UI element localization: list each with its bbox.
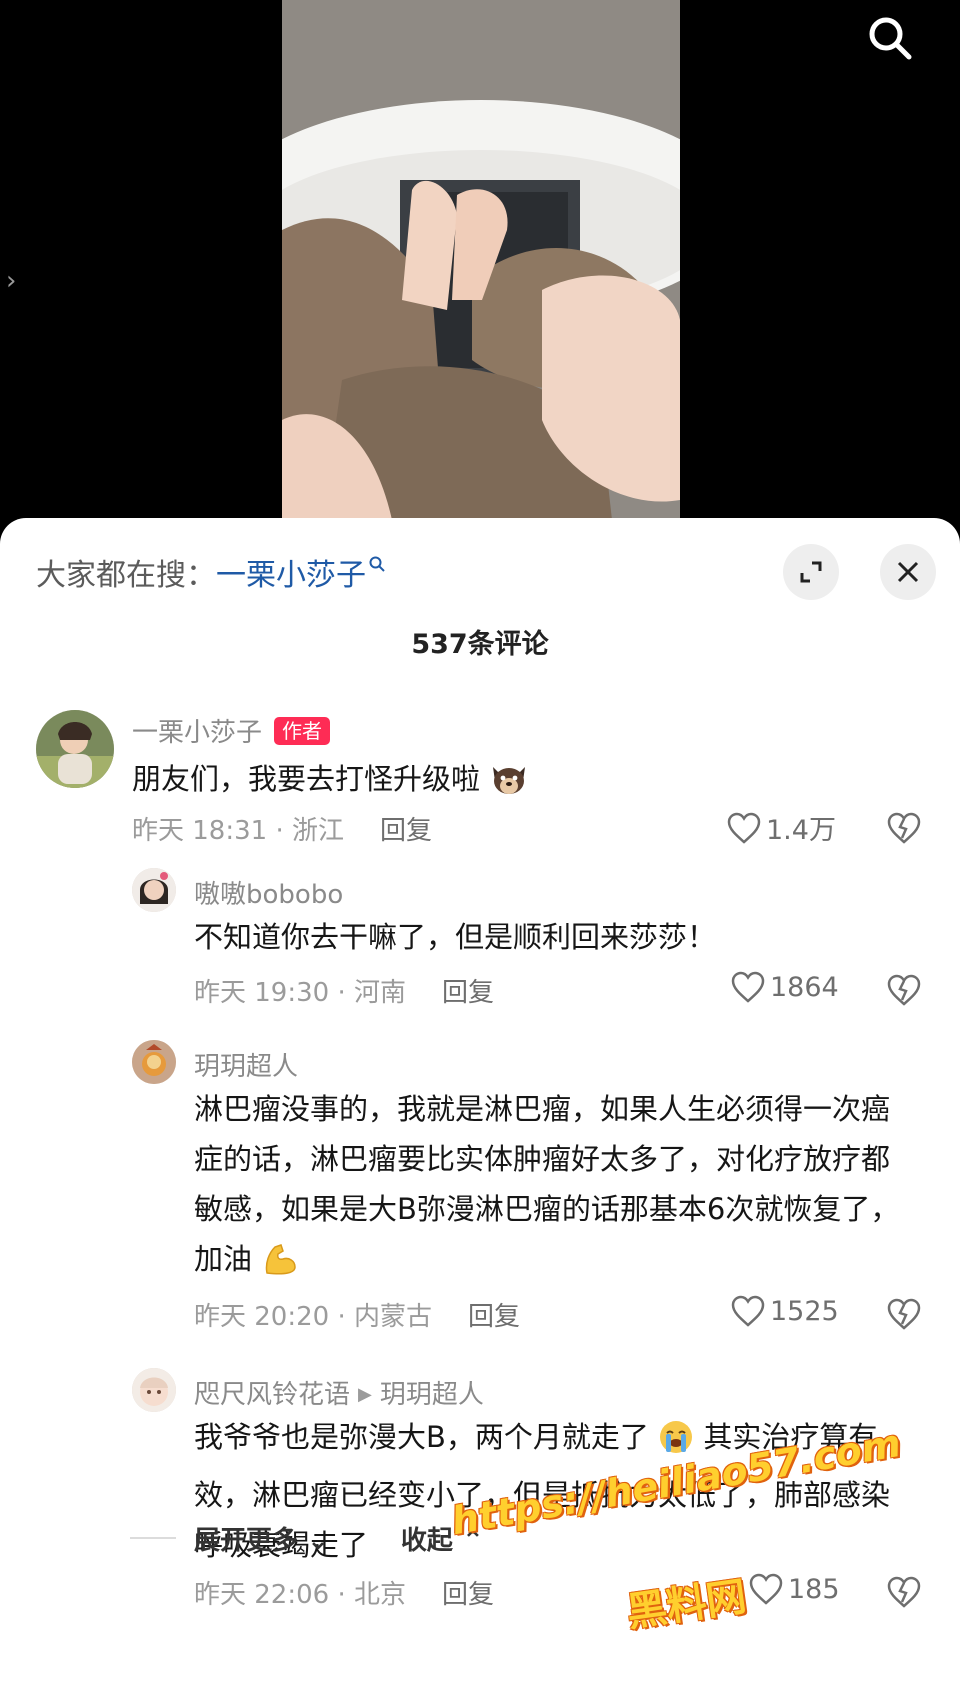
small-search-icon: [368, 546, 386, 581]
comment-meta: 昨天 18:31 · 浙江 回复: [132, 810, 432, 847]
comment-meta: 昨天 22:06 · 北京 回复: [194, 1574, 494, 1611]
trending-search-prefix: 大家都在搜：: [36, 558, 216, 593]
reply-button[interactable]: 回复: [380, 816, 432, 846]
heart-icon: [731, 1295, 765, 1327]
loudly-crying-face-icon: [658, 1419, 694, 1470]
like-button[interactable]: 1864: [730, 970, 839, 1004]
broken-heart-icon: [887, 1576, 921, 1608]
comment-username[interactable]: 一栗小莎子 作者: [132, 712, 331, 749]
broken-heart-icon: [887, 1298, 921, 1330]
trending-search-keyword[interactable]: 一栗小莎子: [216, 550, 366, 594]
comment-item: 一栗小莎子 作者 朋友们，我要去打怪升级啦 昨天 18:31 · 浙江 回复 1…: [0, 710, 960, 860]
comment-content: 淋巴瘤没事的，我就是淋巴瘤，如果人生必须得一次癌症的话，淋巴瘤要比实体肿瘤好太多…: [194, 1084, 914, 1292]
broken-heart-icon: [887, 974, 921, 1006]
avatar[interactable]: [132, 868, 176, 912]
trending-search-row[interactable]: 大家都在搜： 一栗小莎子: [36, 548, 386, 596]
like-count: 1525: [770, 1295, 839, 1327]
divider-line: [130, 1537, 176, 1539]
dislike-button[interactable]: [884, 808, 924, 848]
reply-button[interactable]: 回复: [442, 978, 494, 1008]
dislike-button[interactable]: [884, 1294, 924, 1334]
video-thumbnail: [282, 0, 680, 520]
heart-icon: [731, 971, 765, 1003]
reply-item: 玥玥超人 淋巴瘤没事的，我就是淋巴瘤，如果人生必须得一次癌症的话，淋巴瘤要比实体…: [0, 1040, 960, 1350]
reply-button[interactable]: 回复: [442, 1580, 494, 1610]
comment-text: 朋友们，我要去打怪升级啦: [132, 762, 481, 796]
side-panel-chevron-icon[interactable]: ›: [6, 268, 24, 294]
avatar[interactable]: [132, 1040, 176, 1084]
username-text[interactable]: 一栗小莎子: [132, 718, 262, 748]
like-button[interactable]: 1.4万: [726, 808, 836, 847]
like-count: 1.4万: [766, 815, 836, 846]
comment-time-location: 昨天 19:30 · 河南: [194, 978, 406, 1008]
search-icon: [869, 17, 912, 60]
like-count: 185: [788, 1573, 840, 1605]
dislike-button[interactable]: [884, 970, 924, 1010]
dislike-button[interactable]: [884, 1572, 924, 1612]
reply-item: 嗷嗷bobobo 不知道你去干嘛了，但是顺利回来莎莎！ 昨天 19:30 · 河…: [0, 868, 960, 1028]
chevron-down-icon: ⌄: [307, 1525, 329, 1556]
comment-username[interactable]: 嗷嗷bobobo: [194, 874, 343, 911]
comment-time-location: 昨天 22:06 · 北京: [194, 1580, 406, 1610]
comment-sheet: 大家都在搜： 一栗小莎子 537条评论 一栗小莎子 作者 朋友们，我要去打怪升级…: [0, 518, 960, 1695]
avatar[interactable]: [36, 710, 114, 788]
comment-count-title: 537条评论: [411, 629, 549, 660]
comment-text: 淋巴瘤没事的，我就是淋巴瘤，如果人生必须得一次癌症的话，淋巴瘤要比实体肿瘤好太多…: [194, 1092, 900, 1276]
comment-text-part-1: 我爷爷也是弥漫大B，两个月就走了: [194, 1420, 649, 1454]
like-button[interactable]: 185: [748, 1572, 840, 1606]
reply-to-username[interactable]: 玥玥超人: [380, 1380, 484, 1410]
comment-content: 不知道你去干嘛了，但是顺利回来莎莎！: [194, 920, 717, 954]
comment-time-location: 昨天 20:20 · 内蒙古: [194, 1302, 432, 1332]
flexed-biceps-emoji-icon: [261, 1241, 299, 1292]
collapse-button[interactable]: 收起 ⌃: [401, 1520, 484, 1557]
comment-meta: 昨天 19:30 · 河南 回复: [194, 972, 494, 1009]
expand-more-button[interactable]: 展开更多 ⌄: [194, 1520, 329, 1557]
video-area[interactable]: ›: [0, 0, 960, 520]
reply-item: 咫尺风铃花语 ▶ 玥玥超人 我爷爷也是弥漫大B，两个月就走了 其实治疗算有效，淋巴瘤…: [0, 1368, 960, 1618]
collapse-label: 收起: [400, 1525, 453, 1556]
heart-icon: [727, 812, 761, 844]
reply-button[interactable]: 回复: [468, 1302, 520, 1332]
close-sheet-button[interactable]: [880, 544, 936, 600]
search-button[interactable]: [860, 8, 920, 68]
expand-more-label: 展开更多: [194, 1525, 299, 1556]
video-frame[interactable]: [282, 0, 680, 520]
comment-meta: 昨天 20:20 · 内蒙古 回复: [194, 1296, 520, 1333]
dog-emoji-icon: [489, 761, 529, 812]
comment-content: 朋友们，我要去打怪升级啦: [132, 754, 832, 812]
comment-username[interactable]: 玥玥超人: [194, 1046, 298, 1083]
author-badge: 作者: [274, 717, 331, 745]
broken-heart-icon: [887, 812, 921, 844]
like-count: 1864: [770, 971, 839, 1003]
reply-to-arrow-icon: ▶: [358, 1384, 372, 1405]
close-icon: [897, 561, 919, 583]
username-text[interactable]: 咫尺风铃花语: [194, 1380, 350, 1410]
expand-sheet-button[interactable]: [783, 544, 839, 600]
avatar[interactable]: [132, 1368, 176, 1412]
like-button[interactable]: 1525: [730, 1294, 839, 1328]
chevron-up-icon: ⌃: [461, 1525, 484, 1556]
heart-icon: [749, 1573, 783, 1605]
replies-control-row: 展开更多 ⌄ 收起 ⌃: [130, 1518, 484, 1558]
comment-time-location: 昨天 18:31 · 浙江: [132, 816, 344, 846]
comment-username[interactable]: 咫尺风铃花语 ▶ 玥玥超人: [194, 1374, 484, 1411]
expand-icon: [800, 561, 822, 583]
